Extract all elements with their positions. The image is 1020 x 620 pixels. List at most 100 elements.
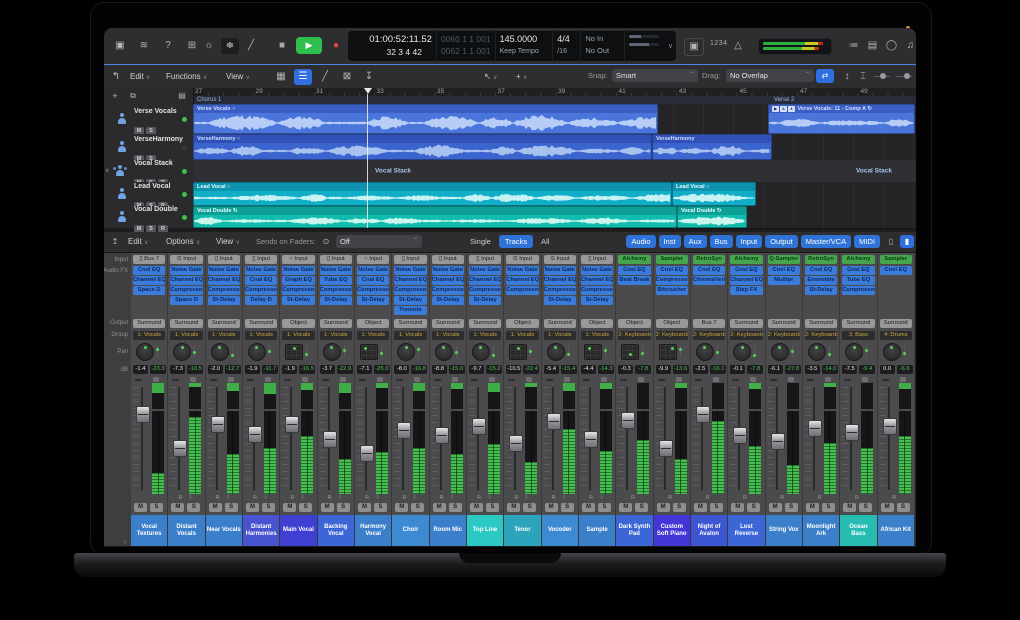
catch-playhead-icon[interactable]: ⇄ <box>816 69 834 83</box>
input-slot[interactable]: ▯ Input <box>581 255 613 264</box>
audio-fx-slot[interactable]: Channel EQ <box>506 276 538 285</box>
mixer-filter-midi[interactable]: MIDI <box>854 235 880 248</box>
mixer-filter-output[interactable]: Output <box>765 235 798 248</box>
record-input-buttons[interactable]: R I <box>542 495 578 501</box>
output-slot[interactable]: Surround <box>133 319 165 328</box>
audio-fx-slot[interactable]: Multipr <box>768 276 800 285</box>
group-slot[interactable]: 1: Vocals <box>506 331 538 340</box>
output-slot[interactable]: Surround <box>469 319 501 328</box>
mixer-menu-view[interactable]: View ∨ <box>216 232 240 253</box>
channel-name[interactable]: Backing Vocal <box>318 515 354 546</box>
audio-fx-slot[interactable]: St-Delay <box>581 296 613 305</box>
channel-name[interactable]: Vocoder <box>542 515 578 546</box>
take-folder-take-play-icon[interactable]: ▶ <box>772 106 779 112</box>
mixer-size-tracks[interactable]: Tracks <box>499 235 533 248</box>
audio-fx-slot[interactable]: Step FX <box>730 286 762 295</box>
pan-mini-slider[interactable] <box>680 346 681 357</box>
audio-fx-slot[interactable]: Cnsl EQ <box>357 276 389 285</box>
toolbar-icon[interactable]: ▤ <box>865 38 880 54</box>
solo-button[interactable]: S <box>859 503 872 512</box>
group-slot[interactable]: 2: Keyboards <box>656 331 688 340</box>
audio-fx-slot[interactable]: Channel EQ <box>581 276 613 285</box>
channel-strip[interactable]: ⊙ InputNoise GateChannel EQCompressorObj… <box>504 253 541 546</box>
input-slot[interactable]: ○ Input <box>357 255 389 264</box>
volume-readout[interactable]: -6.1 <box>768 365 783 374</box>
mute-button[interactable]: M <box>769 503 782 512</box>
peak-readout[interactable]: -16.8 <box>411 365 427 374</box>
audio-fx-slot[interactable]: Cnsl EQ <box>768 266 800 275</box>
volume-readout[interactable]: -1.4 <box>133 365 148 374</box>
track-lane[interactable]: Verse Vocals ○▶A∧ Verse Vocals: 11 - Com… <box>193 104 916 135</box>
volume-readout[interactable]: -1.9 <box>282 365 297 374</box>
volume-readout[interactable]: -10.5 <box>506 365 521 374</box>
record-input-buttons[interactable]: R I <box>392 495 428 501</box>
stack-disclosure-icon[interactable]: ∨ <box>105 167 109 174</box>
group-slot[interactable]: 1: Vocals <box>357 331 389 340</box>
record-input-buttons[interactable]: R <box>766 495 802 501</box>
hierarchy-back-icon[interactable]: ↰ <box>108 69 124 85</box>
audio-fx-slot[interactable]: St-Delay <box>805 286 837 295</box>
channel-strip[interactable]: ▯ InputNoise GateChannel EQCompressorSt-… <box>467 253 504 546</box>
channel-strip[interactable]: RetroSynCnsl EQEnsembleSt-DelaySurround2… <box>803 253 840 546</box>
solo-button[interactable]: S <box>822 503 835 512</box>
loop-browser-icon[interactable]: ◯ <box>884 38 899 54</box>
sends-disclosure-icon[interactable]: › <box>124 539 126 546</box>
automation-box[interactable] <box>228 377 234 382</box>
audio-fx-slot[interactable]: Cnsl EQ <box>133 266 165 275</box>
group-slot[interactable]: 1: Vocals <box>544 331 576 340</box>
peak-readout[interactable]: -16.5 <box>299 365 315 374</box>
autoselect-icon[interactable]: ⊠ <box>338 69 356 85</box>
group-slot[interactable]: 2: Keyboards <box>730 331 762 340</box>
audio-fx-slot[interactable]: St-Delay <box>320 296 352 305</box>
wide-strip-view-icon[interactable]: ▮ <box>900 235 914 248</box>
channel-strip[interactable]: AlchemyCnsl EQTube EQCompressorSurround3… <box>840 253 877 546</box>
peak-readout[interactable]: -10.5 <box>187 365 203 374</box>
audio-fx-slot[interactable]: Cnsl EQ <box>880 266 912 275</box>
group-slot[interactable]: 1: Vocals <box>208 331 240 340</box>
channel-name[interactable]: Top Line <box>467 515 503 546</box>
channel-strip[interactable]: AlchemyCnsl EQBeat BreakObject2: Keyboar… <box>616 253 653 546</box>
output-slot[interactable]: Surround <box>432 319 464 328</box>
solo-button[interactable]: S <box>598 503 611 512</box>
record-input-buttons[interactable]: R I <box>280 495 316 501</box>
audio-fx-slot[interactable]: Cnsl EQ <box>656 266 688 275</box>
output-slot[interactable]: Surround <box>805 319 837 328</box>
mute-button[interactable]: M <box>582 503 595 512</box>
group-slot[interactable]: 1: Vocals <box>170 331 202 340</box>
mixer-size-all[interactable]: All <box>535 235 555 248</box>
channel-strip[interactable]: ▯ InputNoise GateChannel EQCompressorSt-… <box>392 253 429 546</box>
group-slot[interactable]: 2: Keyboards <box>693 331 725 340</box>
volume-fader[interactable] <box>547 413 561 430</box>
group-slot[interactable]: 1: Vocals <box>394 331 426 340</box>
horizontal-zoom-icon[interactable]: ⌶ <box>856 69 870 85</box>
pan-knob[interactable] <box>696 343 714 361</box>
pan-mini-slider[interactable] <box>418 346 419 357</box>
automation-box[interactable] <box>713 377 719 382</box>
audio-region[interactable]: Verse Vocals ○ <box>193 104 658 134</box>
pan-mini-slider[interactable] <box>717 346 718 357</box>
mute-button[interactable]: M <box>246 503 259 512</box>
secondary-tool-select[interactable]: + ∨ <box>516 65 527 90</box>
audio-region[interactable]: Lead Vocal ○ <box>193 182 672 206</box>
peak-readout[interactable]: -15.0 <box>449 365 465 374</box>
mixer-menu-options[interactable]: Options ∨ <box>166 232 200 253</box>
input-slot[interactable]: Alchemy <box>618 255 650 264</box>
fade-tool-icon[interactable]: ╱ <box>316 69 334 85</box>
channel-name[interactable]: Choir <box>392 515 428 546</box>
pan-mini-slider[interactable] <box>269 346 270 357</box>
record-button[interactable]: ● <box>328 38 344 54</box>
automation-box[interactable] <box>638 377 644 382</box>
audio-region[interactable]: VerseHarmony <box>652 134 772 160</box>
volume-fader[interactable] <box>211 416 225 433</box>
group-slot[interactable]: 1: Vocals <box>245 331 277 340</box>
input-slot[interactable]: ▯ Input <box>394 255 426 264</box>
volume-readout[interactable]: -7.3 <box>170 365 185 374</box>
solo-button[interactable]: S <box>411 503 424 512</box>
automation-box[interactable] <box>340 377 346 382</box>
input-slot[interactable]: ○ Input <box>282 255 314 264</box>
mixer-filter-input[interactable]: Input <box>736 235 763 248</box>
pointer-tool-select[interactable]: ↖ ∨ <box>484 65 497 90</box>
record-input-buttons[interactable]: R <box>616 495 652 501</box>
output-slot[interactable]: Surround <box>245 319 277 328</box>
track-header[interactable]: Vocal DoubleMSR <box>104 206 194 229</box>
